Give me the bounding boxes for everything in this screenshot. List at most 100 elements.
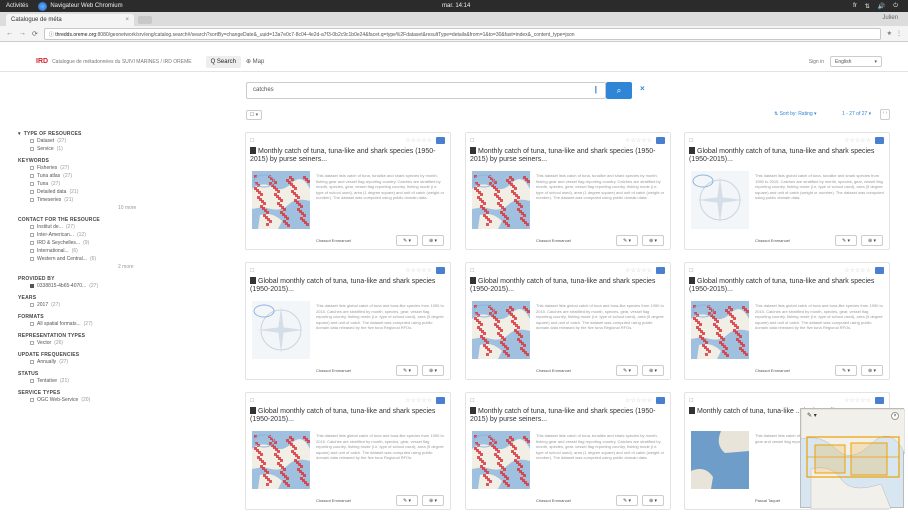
result-thumbnail[interactable] [691,171,749,229]
minimap-tools-button[interactable]: ✎ ▾ [807,412,817,419]
select-checkbox[interactable]: ☐ [250,398,254,404]
facet-checkbox[interactable] [30,341,34,345]
facet-checkbox[interactable] [30,198,34,202]
bookmark-star-icon[interactable]: ★ [887,30,892,37]
nav-search[interactable]: Q Search [205,55,241,68]
result-thumbnail[interactable] [472,301,530,359]
edit-button[interactable]: ✎ ▾ [396,495,418,506]
facet-item[interactable]: Fisheries (27) [18,164,154,172]
result-title[interactable]: Global monthly catch of tuna, tuna-like … [250,277,440,294]
facet-more-link[interactable]: 2 more [18,263,154,271]
add-to-map-button[interactable]: ⊕ ▾ [642,235,664,246]
result-card[interactable]: ☐ ☆☆☆☆☆ Global monthly catch of tuna, tu… [684,132,890,250]
facet-item[interactable]: Dataset (27) [18,137,154,145]
result-thumbnail[interactable] [691,431,749,489]
minimap[interactable]: ✎ ▾ × [800,408,906,510]
add-to-map-button[interactable]: ⊕ ▾ [642,365,664,376]
facet-item[interactable]: Western and Central... (6) [18,255,154,263]
facet-checkbox[interactable] [30,225,34,229]
result-thumbnail[interactable] [252,301,310,359]
facet-checkbox[interactable] [30,303,34,307]
result-card[interactable]: ☐ ☆☆☆☆☆ Global monthly catch of tuna, tu… [465,262,671,380]
browser-tab[interactable]: Catalogue de méta × [6,14,134,26]
search-input[interactable]: catches | [246,82,606,99]
result-title[interactable]: Global monthly catch of tuna, tuna-like … [250,407,440,424]
result-thumbnail[interactable] [472,431,530,489]
facet-checkbox[interactable] [30,241,34,245]
facet-checkbox[interactable] [30,166,34,170]
facet-item[interactable]: All spatial formats... (27) [18,320,154,328]
rating-stars[interactable]: ☆☆☆☆☆ [844,267,871,274]
facet-item[interactable]: OGC Web-Service (20) [18,396,154,404]
facet-item[interactable]: Tuna (27) [18,180,154,188]
facet-checkbox[interactable] [30,249,34,253]
rating-stars[interactable]: ☆☆☆☆☆ [405,397,432,404]
select-checkbox[interactable]: ☐ [250,138,254,144]
new-tab-button[interactable] [138,16,152,24]
add-to-map-button[interactable]: ⊕ ▾ [642,495,664,506]
app-menu[interactable]: Navigateur Web Chromium [38,1,123,11]
power-icon[interactable]: ⏻ [893,3,898,10]
facet-checkbox[interactable] [30,379,34,383]
add-to-map-button[interactable]: ⊕ ▾ [861,235,883,246]
facet-checkbox[interactable] [30,182,34,186]
result-title[interactable]: Monthly catch of tuna, tuna-like and sha… [470,407,660,424]
reload-icon[interactable]: ⟳ [32,30,38,38]
rating-stars[interactable]: ☆☆☆☆☆ [625,137,652,144]
facet-item[interactable]: Tuna atlas (27) [18,172,154,180]
select-checkbox[interactable]: ☐ [470,398,474,404]
result-thumbnail[interactable] [472,171,530,229]
volume-icon[interactable]: 🔊 [878,3,885,10]
facet-item[interactable]: Vector (26) [18,339,154,347]
facet-item[interactable]: Service (1) [18,145,154,153]
clock[interactable]: mar. 14:14 [442,3,470,9]
facet-checkbox[interactable] [30,174,34,178]
result-card[interactable]: ☐ ☆☆☆☆☆ Global monthly catch of tuna, tu… [684,262,890,380]
select-checkbox[interactable]: ☐ [689,268,693,274]
facet-item[interactable]: IRD & Seychelles... (9) [18,239,154,247]
select-checkbox[interactable]: ☐ [250,268,254,274]
result-thumbnail[interactable] [252,431,310,489]
paging-dropdown[interactable]: 1 - 27 of 27 ▾ [842,111,871,117]
add-to-map-button[interactable]: ⊕ ▾ [861,365,883,376]
facet-checkbox[interactable] [30,257,34,261]
rating-stars[interactable]: ☆☆☆☆☆ [625,397,652,404]
language-select[interactable]: English ▾ [830,56,882,67]
facet-item[interactable]: Detailed data (21) [18,188,154,196]
facet-checkbox[interactable] [30,147,34,151]
result-title[interactable]: Global monthly catch of tuna, tuna-like … [470,277,660,294]
rating-stars[interactable]: ☆☆☆☆☆ [625,267,652,274]
result-card[interactable]: ☐ ☆☆☆☆☆ Global monthly catch of tuna, tu… [245,262,451,380]
rating-stars[interactable]: ☆☆☆☆☆ [405,267,432,274]
add-to-map-button[interactable]: ⊕ ▾ [422,365,444,376]
select-checkbox[interactable]: ☐ [470,138,474,144]
minimap-canvas[interactable] [800,408,906,510]
close-icon[interactable]: × [125,17,129,23]
add-to-map-button[interactable]: ⊕ ▾ [422,235,444,246]
facet-item[interactable]: Institut de... (27) [18,223,154,231]
result-card[interactable]: ☐ ☆☆☆☆☆ Monthly catch of tuna, tuna-like… [465,132,671,250]
select-checkbox[interactable]: ☐ [470,268,474,274]
sort-by-dropdown[interactable]: ⇅ Sort by: Rating ▾ [774,111,817,117]
edit-button[interactable]: ✎ ▾ [396,365,418,376]
result-title[interactable]: Monthly catch of tuna, tuna-like and sha… [470,147,660,164]
edit-button[interactable]: ✎ ▾ [835,365,857,376]
result-thumbnail[interactable] [691,301,749,359]
facet-item[interactable]: 2017 (27) [18,301,154,309]
result-card[interactable]: ☐ ☆☆☆☆☆ Monthly catch of tuna, tuna-like… [465,392,671,510]
facet-item[interactable]: Annually (27) [18,358,154,366]
clear-search-button[interactable]: × [640,84,645,93]
facet-checkbox[interactable] [30,360,34,364]
network-icon[interactable]: ⇅ [865,3,870,10]
activities-button[interactable]: Activités [6,3,28,9]
facet-checkbox[interactable] [30,233,34,237]
edit-button[interactable]: ✎ ▾ [835,235,857,246]
result-title[interactable]: Monthly catch of tuna, tuna-like and sha… [250,147,440,164]
facet-more-link[interactable]: 10 more [18,204,154,212]
facet-item[interactable]: Inter-American... (12) [18,231,154,239]
result-card[interactable]: ☐ ☆☆☆☆☆ Monthly catch of tuna, tuna-like… [245,132,451,250]
site-title[interactable]: Catalogue de métadonnées du SUIVI MARINE… [52,59,192,65]
back-icon[interactable]: ← [6,30,13,37]
menu-icon[interactable]: ⋮ [896,30,902,37]
facet-item[interactable]: International... (6) [18,247,154,255]
